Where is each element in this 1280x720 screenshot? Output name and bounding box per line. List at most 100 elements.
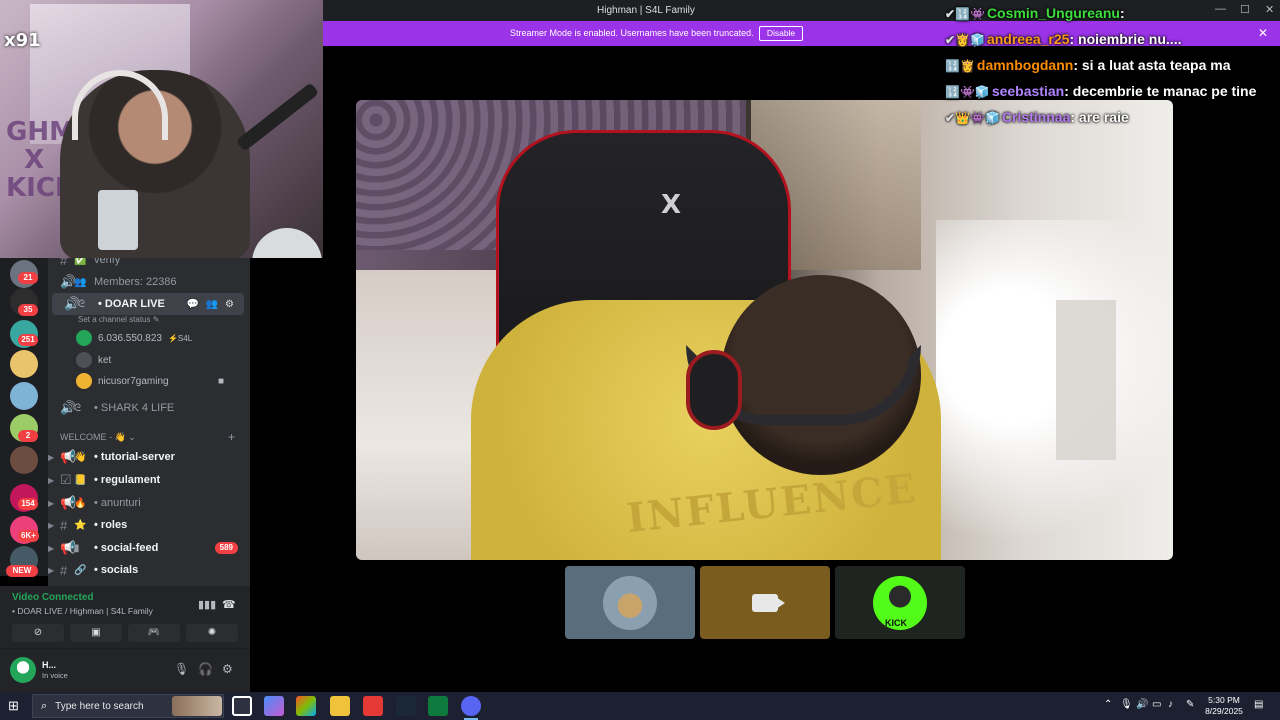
server-badge: 6K+ bbox=[18, 530, 39, 542]
voice-user[interactable]: 6.036.550.823 ⚡S4L bbox=[76, 328, 192, 348]
voice-user[interactable]: nicusor7gaming ■ bbox=[76, 371, 224, 391]
channel-tutorial-server[interactable]: ▶ 📢 👋 • tutorial-server bbox=[48, 446, 248, 468]
obs-red-icon[interactable] bbox=[363, 696, 383, 716]
channel-social-feed[interactable]: ▶ 📢 ▮ • social-feed 589 bbox=[48, 537, 248, 559]
channel-emoji: 👥 bbox=[74, 276, 87, 288]
user-status: In voice bbox=[42, 671, 68, 680]
disable-button[interactable]: Disable bbox=[759, 26, 803, 41]
user-name[interactable]: H... bbox=[42, 660, 56, 670]
search-highlight-image[interactable] bbox=[172, 696, 222, 716]
chat-username: Cristinnaa bbox=[1001, 109, 1071, 125]
settings-gear-icon[interactable]: ⚙ bbox=[222, 662, 233, 676]
channel-shark-4-life[interactable]: 🔊 ᘓ • SHARK 4 LIFE bbox=[48, 397, 248, 419]
video-camera-icon bbox=[752, 594, 785, 612]
chevron-right-icon: ▶ bbox=[48, 565, 55, 575]
chat-message: ✔🔢👾 Cosmin_Ungureanu: bbox=[945, 5, 1125, 21]
channel-emoji: ▮ bbox=[74, 542, 80, 554]
windows-start-icon[interactable]: ⊞ bbox=[8, 698, 24, 714]
avatar bbox=[76, 373, 92, 389]
microphone-icon[interactable]: 🎙 bbox=[174, 662, 189, 676]
channel-socials[interactable]: ▶ # 🔗 • socials bbox=[48, 559, 248, 581]
chat-message: 🔢👾🧊 seebastian: decembrie te manac pe tin… bbox=[945, 83, 1257, 99]
earcup-shape bbox=[686, 350, 742, 430]
banner-message: Streamer Mode is enabled. Usernames have… bbox=[510, 28, 754, 38]
window-title: Highman | S4L Family bbox=[597, 5, 695, 16]
mention-count-badge: 589 bbox=[214, 542, 238, 554]
taskbar-clock[interactable]: 5:30 PM 8/29/2025 bbox=[1200, 695, 1248, 717]
microphone-arm bbox=[235, 82, 320, 152]
channel-name: • DOAR LIVE bbox=[98, 298, 165, 310]
xbox-icon[interactable] bbox=[428, 696, 448, 716]
signal-icon[interactable]: ▮▮▮ bbox=[198, 598, 216, 611]
participant-tile-kick[interactable]: KICK bbox=[835, 566, 965, 639]
chat-username: Cosmin_Ungureanu bbox=[986, 5, 1120, 21]
tray-pen-icon[interactable]: ✎ bbox=[1186, 699, 1194, 710]
tray-speaker-icon[interactable]: 🔊 bbox=[1136, 699, 1148, 710]
tray-volume-icon[interactable]: ♪ bbox=[1168, 699, 1173, 710]
server-badge: 154 bbox=[18, 498, 38, 510]
server-icon[interactable] bbox=[10, 446, 38, 474]
discord-taskbar-icon[interactable] bbox=[461, 696, 481, 720]
new-badge: NEW bbox=[6, 565, 38, 577]
server-icon[interactable] bbox=[10, 382, 38, 410]
channel-emoji: ⭐ bbox=[74, 519, 87, 531]
notification-icon[interactable]: ▤ bbox=[1254, 699, 1263, 710]
voice-user-name: nicusor7gaming bbox=[98, 375, 169, 387]
chat-username: damnbogdann bbox=[976, 57, 1074, 73]
channel-members[interactable]: 🔊 👥 Members: 22386 bbox=[48, 271, 248, 293]
channel-action-icons[interactable]: 💬 👥 ⚙ bbox=[187, 299, 236, 310]
avatar bbox=[76, 352, 92, 368]
chevron-right-icon: ▶ bbox=[48, 543, 55, 553]
stream-video[interactable]: X INFLUENCE bbox=[356, 100, 1173, 560]
voice-location[interactable]: • DOAR LIVE / Highman | S4L Family bbox=[12, 606, 153, 616]
window-light bbox=[936, 220, 1173, 560]
server-badge: 2 bbox=[18, 430, 38, 442]
voice-status[interactable]: Video Connected bbox=[12, 592, 94, 603]
file-explorer-icon[interactable] bbox=[330, 696, 350, 716]
ice-cup bbox=[98, 190, 138, 250]
channel-anunturi[interactable]: ▶ 📢 🔥 • anunturi bbox=[48, 492, 248, 514]
task-view-icon[interactable] bbox=[232, 696, 252, 716]
streamer-facecam: GHMQ X KICK x91 bbox=[0, 0, 323, 258]
soundboard-button[interactable]: ✺ bbox=[186, 624, 238, 642]
voice-connection-panel: Video Connected • DOAR LIVE / Highman | … bbox=[0, 586, 250, 648]
tray-chevron-up-icon[interactable]: ⌃ bbox=[1104, 699, 1112, 710]
user-panel: H... In voice 🎙 🎧 ⚙ bbox=[0, 648, 250, 692]
copilot-icon[interactable] bbox=[264, 696, 284, 716]
avatar[interactable] bbox=[10, 657, 36, 683]
add-channel-icon[interactable]: + bbox=[228, 430, 235, 444]
voice-user[interactable]: ket bbox=[76, 350, 111, 370]
steam-icon[interactable] bbox=[396, 696, 416, 716]
category-welcome[interactable]: WELCOME - 👋 ⌄ + bbox=[60, 430, 235, 444]
tray-microphone-icon[interactable]: 🎙 bbox=[1120, 699, 1133, 710]
server-icon[interactable] bbox=[10, 350, 38, 378]
channel-roles[interactable]: ▶ # ⭐ • roles bbox=[48, 514, 248, 536]
activities-button[interactable]: 🎮 bbox=[128, 624, 180, 642]
channel-emoji: ᘓ bbox=[78, 298, 86, 310]
chevron-right-icon: ▶ bbox=[48, 498, 55, 508]
channel-regulament[interactable]: ▶ ☑ 📒 • regulament bbox=[48, 469, 248, 491]
headphones-icon[interactable]: 🎧 bbox=[198, 662, 213, 676]
chevron-right-icon: ▶ bbox=[48, 452, 55, 462]
tray-network-icon[interactable]: ▭ bbox=[1152, 699, 1161, 710]
participant-tile-camera[interactable] bbox=[700, 566, 830, 639]
server-list: 21 35 251 2 154 6K+ NEW bbox=[0, 258, 48, 577]
video-icon: ■ bbox=[218, 375, 225, 387]
chat-text: noiembrie nu.... bbox=[1078, 31, 1182, 47]
copilot-app-icon[interactable] bbox=[296, 696, 316, 716]
voice-user-name: 6.036.550.823 bbox=[98, 332, 162, 344]
channel-doar-live[interactable]: 🔊 ᘓ • DOAR LIVE 💬 👥 ⚙ bbox=[52, 293, 244, 315]
announce-icon: 📢 bbox=[60, 540, 77, 555]
lamp-shape bbox=[252, 228, 322, 258]
participant-tile[interactable] bbox=[565, 566, 695, 639]
camera-off-button[interactable]: ⊘ bbox=[12, 624, 64, 642]
screen-share-button[interactable]: ▣ bbox=[70, 624, 122, 642]
disconnect-icon[interactable]: ☎ bbox=[222, 598, 236, 611]
windows-taskbar: ⊞ ⌕ Type here to search ⌃ 🎙 🔊 ▭ ♪ ✎ 5:30… bbox=[0, 692, 1280, 720]
channel-emoji: 📒 bbox=[74, 474, 87, 486]
hash-icon: # bbox=[60, 562, 68, 578]
chat-badges: ✔👑👾🧊 bbox=[945, 111, 1000, 125]
chat-message: ✔👸🧊 andreea_r25: noiembrie nu.... bbox=[945, 31, 1182, 47]
channel-status-line[interactable]: Set a channel status ✎ bbox=[78, 315, 159, 324]
chat-message: 🔢👸 damnbogdann: si a luat asta teapa ma bbox=[945, 57, 1231, 73]
